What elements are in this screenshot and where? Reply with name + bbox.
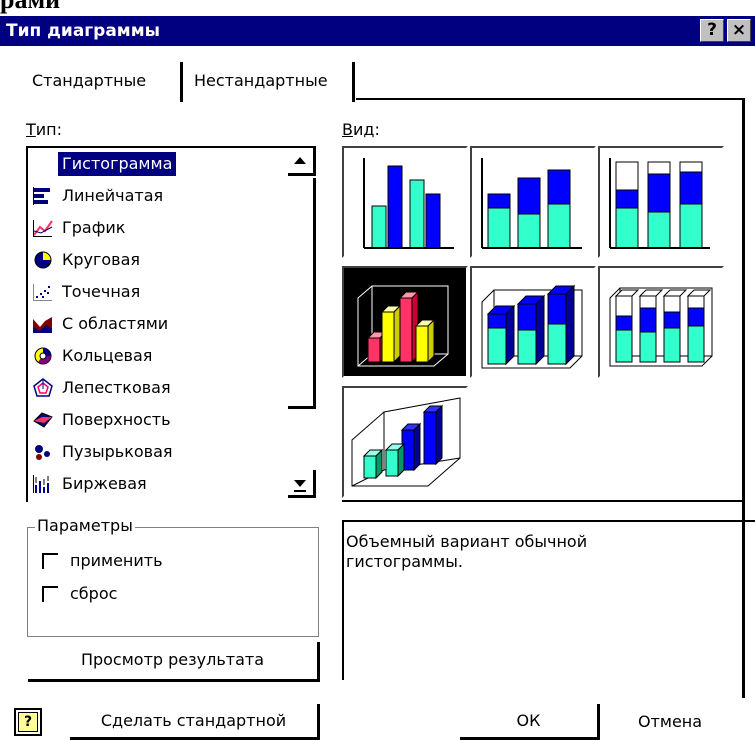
subtype-3d-column[interactable] <box>342 386 468 498</box>
view-label-text: ид: <box>352 120 380 139</box>
subtype-3d-stacked-column[interactable] <box>470 266 596 378</box>
scroll-thumb[interactable] <box>288 178 316 409</box>
list-item-column[interactable]: Гистограмма <box>28 148 288 179</box>
list-item-label: Гистограмма <box>58 151 177 176</box>
3d-100-stacked-column-preview <box>609 287 713 367</box>
list-item-label: Пузырьковая <box>62 441 173 461</box>
help-icon: ? <box>18 712 38 732</box>
description-box: Объемный вариант обычной гистограммы. <box>342 520 755 680</box>
arrow-down-icon <box>294 480 306 492</box>
stacked-column-preview <box>481 158 582 249</box>
subtype-clustered-column[interactable] <box>342 146 468 258</box>
subtype-3d-clustered-column[interactable] <box>342 266 468 378</box>
list-item-doughnut[interactable]: Кольцевая <box>28 340 288 371</box>
view-label: Вид: <box>342 120 380 139</box>
radar-chart-icon <box>33 377 53 397</box>
pie-chart-icon <box>34 251 52 268</box>
subtype-stacked-column[interactable] <box>470 146 596 258</box>
column-chart-icon <box>33 156 51 174</box>
description-text: Объемный вариант обычной гистограммы. <box>346 532 588 571</box>
list-item-label: С областями <box>62 313 169 333</box>
close-button[interactable]: × <box>727 19 751 42</box>
3d-column-preview <box>351 397 461 487</box>
list-item-label: Поверхность <box>62 409 171 429</box>
bubble-chart-icon <box>35 444 50 460</box>
bar-chart-icon <box>33 186 50 205</box>
subtype-gallery <box>342 146 755 500</box>
scroll-down-button[interactable] <box>288 470 316 498</box>
title-bar: Тип диаграммы ? × <box>0 16 755 46</box>
list-item-scatter[interactable]: Точечная <box>28 276 288 307</box>
reset-checkbox[interactable] <box>42 586 58 602</box>
surface-chart-icon <box>33 411 53 428</box>
list-item-label: Точечная <box>62 281 141 301</box>
list-item-stock[interactable]: Биржевая <box>28 468 288 499</box>
type-label: Тип: <box>26 120 63 139</box>
list-scrollbar[interactable] <box>288 148 316 500</box>
3d-clustered-column-preview <box>357 285 449 367</box>
tab-custom[interactable]: Нестандартные <box>184 62 338 100</box>
window-title: Тип диаграммы <box>6 21 160 41</box>
3d-stacked-column-preview <box>481 284 583 369</box>
reset-label: сброс <box>70 584 118 603</box>
set-default-button[interactable]: Сделать стандартной <box>70 704 320 740</box>
list-item-label: График <box>62 217 126 237</box>
office-assistant-button[interactable]: ? <box>14 708 42 736</box>
chart-type-list[interactable]: Гистограмма Линейчатая График Круговая Т… <box>26 146 316 502</box>
apply-checkbox[interactable] <box>42 553 58 569</box>
caption-fragment: рами <box>0 0 60 14</box>
subtype-100-stacked-column[interactable] <box>598 146 724 258</box>
apply-label: применить <box>70 551 163 570</box>
params-group <box>27 527 319 637</box>
apply-checkbox-row[interactable]: применить <box>42 551 163 571</box>
100-stacked-column-preview <box>609 158 710 249</box>
doughnut-chart-icon <box>34 347 52 364</box>
tab-divider <box>180 62 183 102</box>
help-button[interactable]: ? <box>700 19 724 42</box>
stock-chart-icon <box>33 474 49 493</box>
list-item-pie[interactable]: Круговая <box>28 244 288 275</box>
subtype-3d-100-stacked-column[interactable] <box>598 266 724 378</box>
list-item-label: Биржевая <box>62 473 147 493</box>
ok-button[interactable]: ОК <box>460 704 600 740</box>
tab-panel-edge <box>356 98 745 100</box>
list-item-radar[interactable]: Лепестковая <box>28 372 288 403</box>
scatter-chart-icon <box>33 283 52 301</box>
list-item-area[interactable]: С областями <box>28 308 288 339</box>
type-label-text: ип: <box>35 120 63 139</box>
line-chart-icon <box>33 219 53 237</box>
list-item-surface[interactable]: Поверхность <box>28 404 288 435</box>
gallery-bottom-edge <box>342 500 742 502</box>
scroll-up-button[interactable] <box>288 148 316 176</box>
area-chart-icon <box>33 316 52 333</box>
list-item-label: Кольцевая <box>62 345 153 365</box>
arrow-up-icon <box>294 157 306 164</box>
list-item-label: Линейчатая <box>62 185 164 205</box>
clustered-column-preview <box>363 158 454 249</box>
list-item-line[interactable]: График <box>28 212 288 243</box>
list-item-bubble[interactable]: Пузырьковая <box>28 436 288 467</box>
preview-button[interactable]: Просмотр результата <box>28 642 320 682</box>
tab-standard[interactable]: Стандартные <box>22 62 156 100</box>
params-label: Параметры <box>35 516 135 536</box>
tab-divider <box>352 62 355 102</box>
list-item-label: Лепестковая <box>62 377 171 397</box>
list-item-label: Круговая <box>62 249 141 269</box>
list-item-bar[interactable]: Линейчатая <box>28 180 288 211</box>
reset-checkbox-row[interactable]: сброс <box>42 584 117 604</box>
cancel-button[interactable]: Отмена <box>610 712 730 732</box>
